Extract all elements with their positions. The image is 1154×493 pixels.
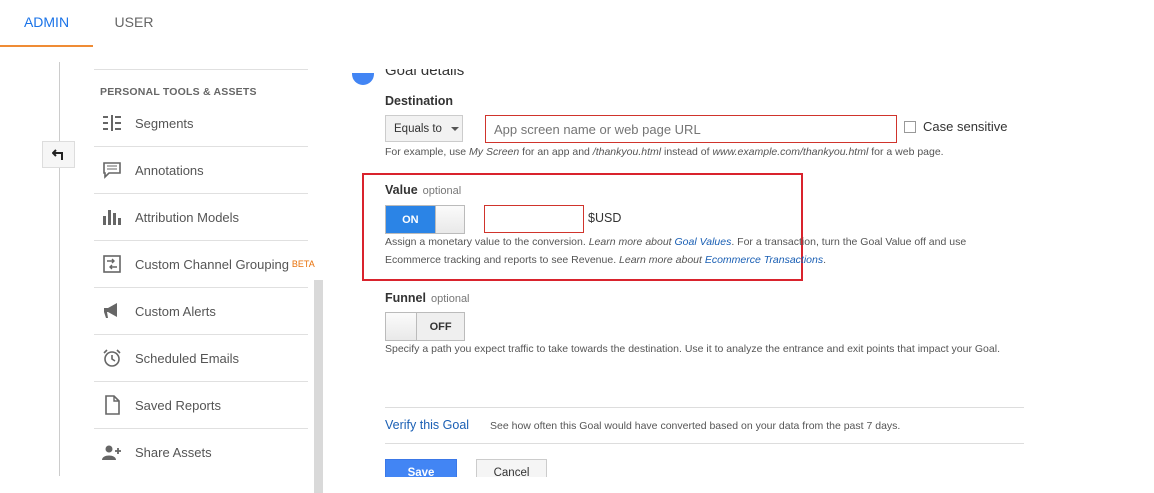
hint-example: /thankyou.html — [592, 146, 662, 158]
sidebar-item-share-assets[interactable]: Share Assets — [94, 429, 308, 476]
channel-grouping-icon — [102, 254, 122, 274]
sidebar-item-custom-channel-grouping[interactable]: Custom Channel Grouping BETA — [94, 241, 315, 288]
match-type-select[interactable]: Equals to — [385, 115, 463, 142]
step-number-icon — [352, 73, 374, 85]
tab-admin[interactable]: ADMIN — [0, 0, 93, 47]
step-title: Goal details — [385, 69, 465, 79]
funnel-label: Funnel optional — [385, 291, 470, 305]
verify-goal-description: See how often this Goal would have conve… — [490, 420, 901, 432]
toggle-knob — [434, 206, 464, 233]
value-amount-input[interactable] — [484, 205, 584, 233]
sidebar-item-saved-reports[interactable]: Saved Reports — [94, 382, 308, 429]
hint-text: . — [823, 254, 827, 266]
back-button[interactable] — [42, 141, 75, 168]
toggle-state: OFF — [417, 313, 464, 340]
match-type-value: Equals to — [394, 122, 442, 135]
hint-text: Assign a monetary value to the conversio… — [385, 236, 589, 248]
hint-text: instead of — [661, 146, 713, 158]
back-arrow-icon — [51, 148, 63, 160]
sidebar-item-annotations[interactable]: Annotations — [94, 147, 308, 194]
hint-text: for a web page. — [868, 146, 944, 158]
sidebar-item-label: Custom Channel Grouping — [135, 256, 289, 272]
sidebar-item-label: Custom Alerts — [135, 303, 216, 319]
destination-label: Destination — [385, 94, 454, 108]
toggle-knob — [386, 313, 418, 340]
optional-tag: optional — [430, 293, 470, 305]
divider — [385, 407, 1024, 408]
sidebar-item-label: Scheduled Emails — [135, 350, 240, 366]
case-sensitive-checkbox[interactable] — [904, 121, 916, 133]
tab-user[interactable]: USER — [93, 0, 175, 47]
toggle-state: ON — [386, 206, 435, 233]
beta-badge: BETA — [291, 259, 315, 269]
optional-tag: optional — [422, 185, 462, 197]
sidebar-top-divider — [94, 69, 308, 70]
hint-text: for an app and — [519, 146, 593, 158]
viewport-clip — [330, 477, 1154, 493]
annotations-icon — [102, 160, 122, 180]
sidebar-item-custom-alerts[interactable]: Custom Alerts — [94, 288, 308, 335]
goal-values-link[interactable]: Goal Values — [675, 236, 732, 248]
learn-more-text: Learn more about — [588, 236, 675, 248]
hint-example: My Screen — [469, 146, 520, 158]
megaphone-icon — [102, 301, 122, 321]
learn-more-text: Learn more about — [619, 254, 705, 266]
sidebar-item-label: Share Assets — [135, 445, 212, 460]
sidebar-item-label: Segments — [135, 115, 194, 131]
value-hint: Assign a monetary value to the conversio… — [385, 233, 1005, 269]
sidebar-item-segments[interactable]: Segments — [94, 100, 308, 147]
sidebar-item-label: Annotations — [135, 162, 204, 178]
sidebar-divider — [59, 62, 60, 476]
funnel-toggle[interactable]: OFF — [385, 312, 465, 341]
add-person-icon — [102, 443, 122, 463]
case-sensitive-label: Case sensitive — [923, 119, 1008, 134]
destination-hint: For example, use My Screen for an app an… — [385, 143, 944, 161]
value-toggle[interactable]: ON — [385, 205, 465, 234]
goal-details-panel: Goal details Destination Equals to Case … — [330, 47, 1154, 493]
alarm-clock-icon — [102, 348, 122, 368]
value-label: Value optional — [385, 183, 461, 197]
hint-text: For example, use — [385, 146, 470, 158]
funnel-label-text: Funnel — [385, 291, 426, 305]
sidebar-item-attribution-models[interactable]: Attribution Models — [94, 194, 308, 241]
segments-icon — [102, 113, 122, 133]
destination-url-input[interactable] — [485, 115, 897, 143]
document-icon — [102, 395, 122, 415]
attribution-models-icon — [102, 207, 122, 227]
funnel-hint: Specify a path you expect traffic to tak… — [385, 343, 1000, 355]
sidebar-item-label: Saved Reports — [135, 397, 221, 413]
top-tabs: ADMIN USER — [0, 0, 1154, 47]
section-title: PERSONAL TOOLS & ASSETS — [100, 86, 257, 98]
hint-example: www.example.com/thankyou.html — [712, 146, 869, 158]
sidebar-scrollbar[interactable] — [314, 280, 323, 493]
verify-goal-link[interactable]: Verify this Goal — [385, 418, 469, 432]
value-label-text: Value — [385, 183, 418, 197]
chevron-down-icon — [450, 126, 459, 131]
divider — [385, 443, 1024, 444]
currency-label: $USD — [588, 211, 622, 225]
ecommerce-transactions-link[interactable]: Ecommerce Transactions — [705, 254, 823, 266]
sidebar-item-scheduled-emails[interactable]: Scheduled Emails — [94, 335, 308, 382]
sidebar-item-label: Attribution Models — [135, 209, 240, 225]
